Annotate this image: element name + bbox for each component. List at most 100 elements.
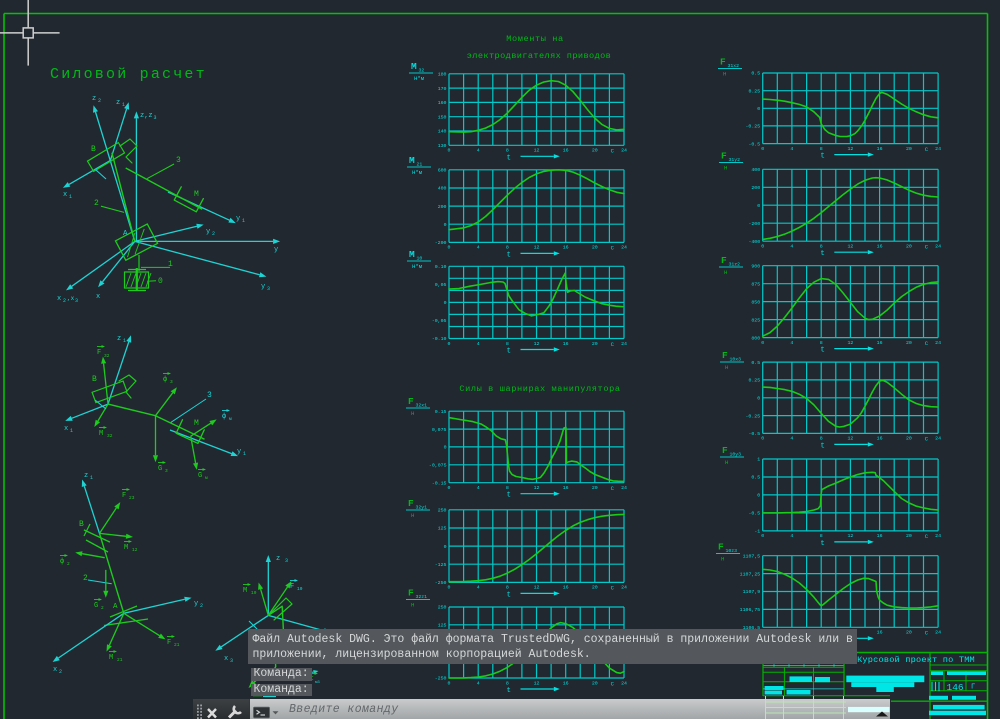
svg-text:0: 0 <box>444 544 447 550</box>
svg-text:1107,9: 1107,9 <box>743 589 761 595</box>
svg-text:23: 23 <box>129 495 135 501</box>
svg-text:x: x <box>64 425 68 433</box>
svg-text:150: 150 <box>438 114 447 120</box>
svg-text:0.5: 0.5 <box>751 71 760 77</box>
svg-text:M: M <box>99 430 103 438</box>
svg-text:2: 2 <box>212 231 215 237</box>
svg-text:F: F <box>97 349 101 357</box>
svg-text:12: 12 <box>534 585 540 591</box>
svg-text:1: 1 <box>69 194 72 200</box>
svg-text:24: 24 <box>935 436 941 442</box>
svg-text:4: 4 <box>790 340 793 346</box>
svg-text:C: C <box>611 585 615 592</box>
svg-text:0: 0 <box>761 244 764 250</box>
svg-text:12: 12 <box>847 533 853 539</box>
svg-text:2: 2 <box>67 561 70 567</box>
svg-text:G: G <box>158 465 162 473</box>
svg-text:8: 8 <box>820 533 823 539</box>
svg-text:Н: Н <box>411 602 414 609</box>
svg-text:M: M <box>409 249 415 260</box>
svg-text:12: 12 <box>534 485 540 491</box>
svg-text:0: 0 <box>444 300 447 306</box>
svg-text:0.15: 0.15 <box>435 409 447 415</box>
svg-text:y: y <box>274 246 278 254</box>
svg-text:1: 1 <box>70 428 73 434</box>
svg-text:t: t <box>820 250 825 258</box>
svg-text:2: 2 <box>63 298 66 304</box>
svg-text:200: 200 <box>438 204 447 210</box>
svg-text:20: 20 <box>592 585 598 591</box>
svg-text:20: 20 <box>592 148 598 154</box>
svg-text:8: 8 <box>506 148 509 154</box>
svg-text:1: 1 <box>90 475 93 481</box>
svg-text:0: 0 <box>158 277 163 286</box>
svg-text:24: 24 <box>935 146 941 152</box>
svg-text:C: C <box>611 680 615 687</box>
svg-text:20: 20 <box>592 680 598 686</box>
svg-text:16: 16 <box>563 148 569 154</box>
svg-text:2: 2 <box>98 98 101 104</box>
svg-text:C: C <box>925 630 929 637</box>
svg-text:12: 12 <box>534 341 540 347</box>
svg-text:8: 8 <box>506 585 509 591</box>
svg-text:t: t <box>507 687 512 695</box>
svg-text:ф: ф <box>163 376 167 384</box>
svg-text:z: z <box>84 472 88 480</box>
svg-text:0: 0 <box>448 680 451 686</box>
svg-text:1: 1 <box>123 338 126 344</box>
svg-text:1107,5: 1107,5 <box>743 553 761 559</box>
svg-text:-200: -200 <box>748 221 760 227</box>
svg-text:C: C <box>925 146 929 153</box>
svg-text:Н: Н <box>721 556 724 563</box>
svg-text:Силовой расчет: Силовой расчет <box>50 66 207 83</box>
svg-text:12: 12 <box>534 680 540 686</box>
svg-text:F: F <box>290 583 294 591</box>
svg-text:C: C <box>611 485 615 492</box>
svg-text:-0.25: -0.25 <box>746 413 761 419</box>
svg-text:250: 250 <box>438 605 447 611</box>
svg-text:-0.25: -0.25 <box>746 124 761 130</box>
svg-text:Н*м: Н*м <box>414 75 425 82</box>
svg-text:825: 825 <box>751 317 760 323</box>
svg-text:1: 1 <box>242 218 245 224</box>
svg-text:Н: Н <box>725 459 728 466</box>
svg-text:Н*м: Н*м <box>412 169 423 176</box>
svg-text:16: 16 <box>877 436 883 442</box>
svg-text:C: C <box>925 436 929 443</box>
svg-text:875: 875 <box>751 281 760 287</box>
svg-text:0.5: 0.5 <box>751 360 760 366</box>
svg-text:0: 0 <box>444 222 447 228</box>
svg-text:600: 600 <box>438 168 447 174</box>
svg-text:32: 32 <box>104 353 110 359</box>
svg-text:2: 2 <box>200 603 203 609</box>
svg-text:1: 1 <box>243 451 246 457</box>
svg-text:0: 0 <box>448 585 451 591</box>
svg-text:146: 146 <box>947 682 964 693</box>
svg-text:M: M <box>194 419 199 428</box>
svg-text:t: t <box>820 540 825 548</box>
svg-text:-0.5: -0.5 <box>748 431 760 437</box>
svg-text:16: 16 <box>563 585 569 591</box>
svg-text:24: 24 <box>935 244 941 250</box>
svg-text:0: 0 <box>761 146 764 152</box>
svg-text:C: C <box>611 245 615 252</box>
svg-text:4: 4 <box>790 146 793 152</box>
svg-text:м: м <box>229 417 232 422</box>
svg-text:8: 8 <box>506 245 509 251</box>
svg-text:-125: -125 <box>435 562 447 568</box>
svg-text:B: B <box>92 375 97 384</box>
svg-text:4: 4 <box>477 341 480 347</box>
svg-text:8: 8 <box>820 436 823 442</box>
svg-text:20: 20 <box>906 630 912 636</box>
svg-text:16: 16 <box>877 630 883 636</box>
svg-text:-0.5: -0.5 <box>748 511 760 517</box>
svg-text:32: 32 <box>107 433 113 439</box>
svg-text:z: z <box>92 95 96 103</box>
svg-text:2: 2 <box>59 669 62 675</box>
svg-text:Н: Н <box>411 410 414 417</box>
svg-text:ф: ф <box>60 558 64 566</box>
svg-text:0.10: 0.10 <box>435 264 447 270</box>
svg-text:24: 24 <box>621 245 627 251</box>
svg-text:Н*м: Н*м <box>412 263 423 270</box>
svg-text:16: 16 <box>563 680 569 686</box>
